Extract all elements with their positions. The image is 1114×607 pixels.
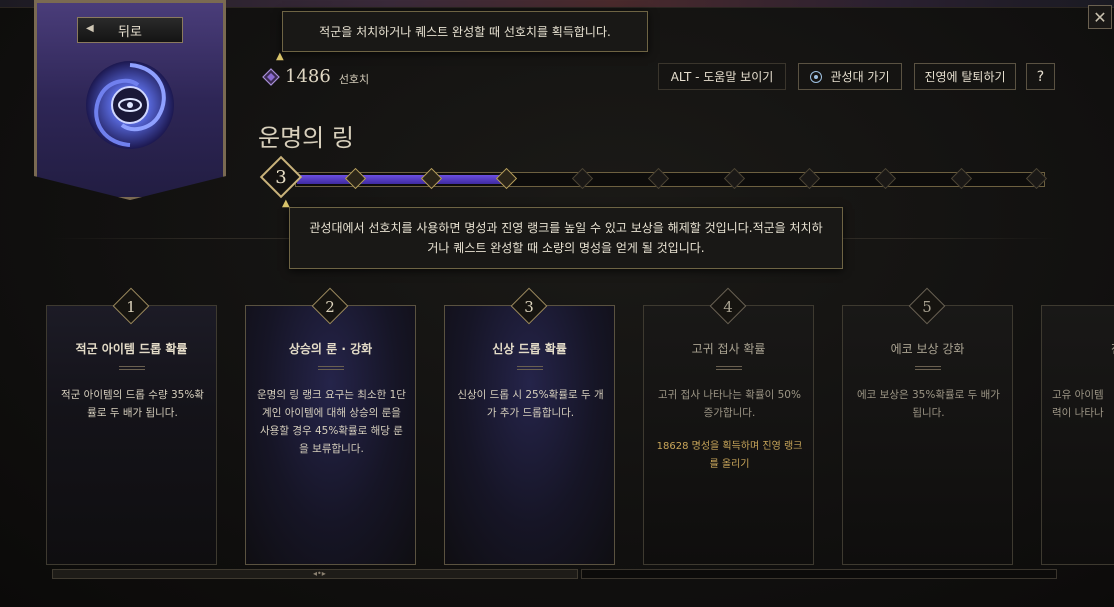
ring-tooltip-text: 관성대에서 선호치를 사용하면 명성과 진영 랭크를 높일 수 있고 보상을 해…: [309, 221, 823, 255]
back-button[interactable]: ◀ 뒤로: [77, 17, 183, 43]
rank-number: 3: [275, 167, 287, 188]
card-requirement: 18628 명성을 획득하며 진영 랭크를 올리기: [656, 441, 803, 470]
tooltip-pointer-icon: ▲: [276, 51, 284, 62]
card-title: 적군 아이템 드롭 확률: [75, 342, 188, 356]
card-number: 3: [524, 298, 534, 316]
card-separator: [119, 366, 145, 370]
page-title: 운명의 링: [258, 124, 354, 152]
card-separator: [915, 366, 941, 370]
card-separator: [517, 366, 543, 370]
gem-icon: [262, 67, 280, 86]
observatory-button[interactable]: 관성대 가기: [798, 63, 902, 90]
card-title: 고귀 접사 확률: [691, 342, 766, 356]
perk-card-1[interactable]: 1 적군 아이템 드롭 확률 적군 아이템의 드롭 수량 35%확률로 두 배가…: [46, 287, 217, 565]
rank-progress-fill: [297, 175, 508, 184]
perk-card-4[interactable]: 4 고귀 접사 확률 고귀 접사 나타나는 확률이 50% 증가합니다. 186…: [643, 287, 814, 565]
card-number: 5: [922, 298, 932, 316]
perk-card-5[interactable]: 5 에코 보상 강화 에코 보상은 35%확률로 두 배가 됩니다.: [842, 287, 1013, 565]
card-description: 고유 아이템 력이 나타나: [1052, 389, 1104, 419]
card-description: 에코 보상은 35%확률로 두 배가 됩니다.: [857, 389, 1000, 419]
card-description: 적군 아이템의 드롭 수량 35%확률로 두 배가 됩니다.: [61, 389, 204, 419]
favor-label: 선호치: [338, 72, 370, 86]
card-separator: [318, 366, 344, 370]
observatory-label: 관성대 가기: [830, 70, 890, 84]
card-title: 전설적: [1042, 340, 1114, 357]
eye-icon: [810, 70, 823, 83]
grip-icon: ◂•▸: [313, 569, 326, 578]
card-title: 상승의 룬 · 강화: [288, 342, 373, 356]
close-button[interactable]: ✕: [1088, 5, 1112, 29]
card-description: 고귀 접사 나타나는 확률이 50% 증가합니다.: [658, 389, 801, 419]
back-label: 뒤로: [118, 24, 142, 40]
leave-faction-label: 진영에 탈퇴하기: [924, 70, 1006, 84]
tooltip-pointer-icon: ▲: [282, 198, 290, 209]
help-button[interactable]: ?: [1026, 63, 1055, 90]
favor-points: 1486 선호치: [262, 66, 369, 87]
card-number: 1: [126, 298, 136, 316]
favor-value: 1486: [285, 66, 331, 87]
card-number: 4: [723, 298, 733, 316]
alt-help-button[interactable]: ALT - 도움말 보이기: [658, 63, 786, 90]
card-number: 2: [325, 298, 335, 316]
fate-eye-emblem-icon: [86, 61, 174, 149]
perk-card-3[interactable]: 3 신상 드롭 확률 신상이 드롭 시 25%확률로 두 개가 추가 드롭합니다…: [444, 287, 615, 565]
perk-card-6-partial[interactable]: 전설적 고유 아이템 력이 나타나: [1041, 305, 1114, 565]
chevron-left-icon: ◀: [86, 23, 94, 34]
rank-progress-track: [295, 172, 1045, 187]
favor-tooltip-text: 적군을 처치하거나 퀘스트 완성할 때 선호치를 획득합니다.: [319, 25, 611, 39]
help-label: ?: [1036, 68, 1045, 85]
close-icon: ✕: [1093, 7, 1107, 27]
favor-tooltip: 적군을 처치하거나 퀘스트 완성할 때 선호치를 획득합니다.: [282, 11, 648, 52]
card-separator: [716, 366, 742, 370]
perk-card-2[interactable]: 2 상승의 룬 · 강화 운명의 링 랭크 요구는 최소한 1단계인 아이템에 …: [245, 287, 416, 565]
ring-tooltip: 관성대에서 선호치를 사용하면 명성과 진영 랭크를 높일 수 있고 보상을 해…: [289, 207, 843, 269]
alt-help-label: ALT - 도움말 보이기: [670, 70, 774, 84]
card-description: 신상이 드롭 시 25%확률로 두 개가 추가 드롭합니다.: [457, 389, 604, 419]
card-title: 에코 보상 강화: [890, 342, 965, 356]
leave-faction-button[interactable]: 진영에 탈퇴하기: [914, 63, 1016, 90]
card-title: 신상 드롭 확률: [492, 342, 567, 356]
horizontal-scrollbar-track[interactable]: [581, 569, 1057, 579]
card-description: 운명의 링 랭크 요구는 최소한 1단계인 아이템에 대해 상승의 룬을 사용할…: [257, 389, 406, 455]
horizontal-scrollbar-thumb[interactable]: ◂•▸: [52, 569, 578, 579]
